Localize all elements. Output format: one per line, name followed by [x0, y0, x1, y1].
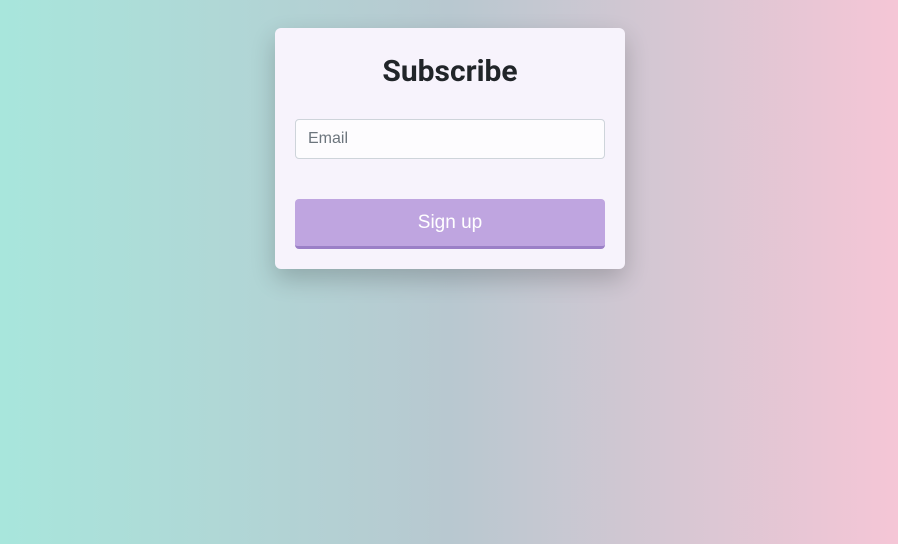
email-field[interactable]: [295, 119, 605, 159]
signup-button[interactable]: Sign up: [295, 199, 605, 249]
subscribe-card: Subscribe Sign up: [275, 28, 625, 269]
card-title: Subscribe: [295, 54, 605, 89]
